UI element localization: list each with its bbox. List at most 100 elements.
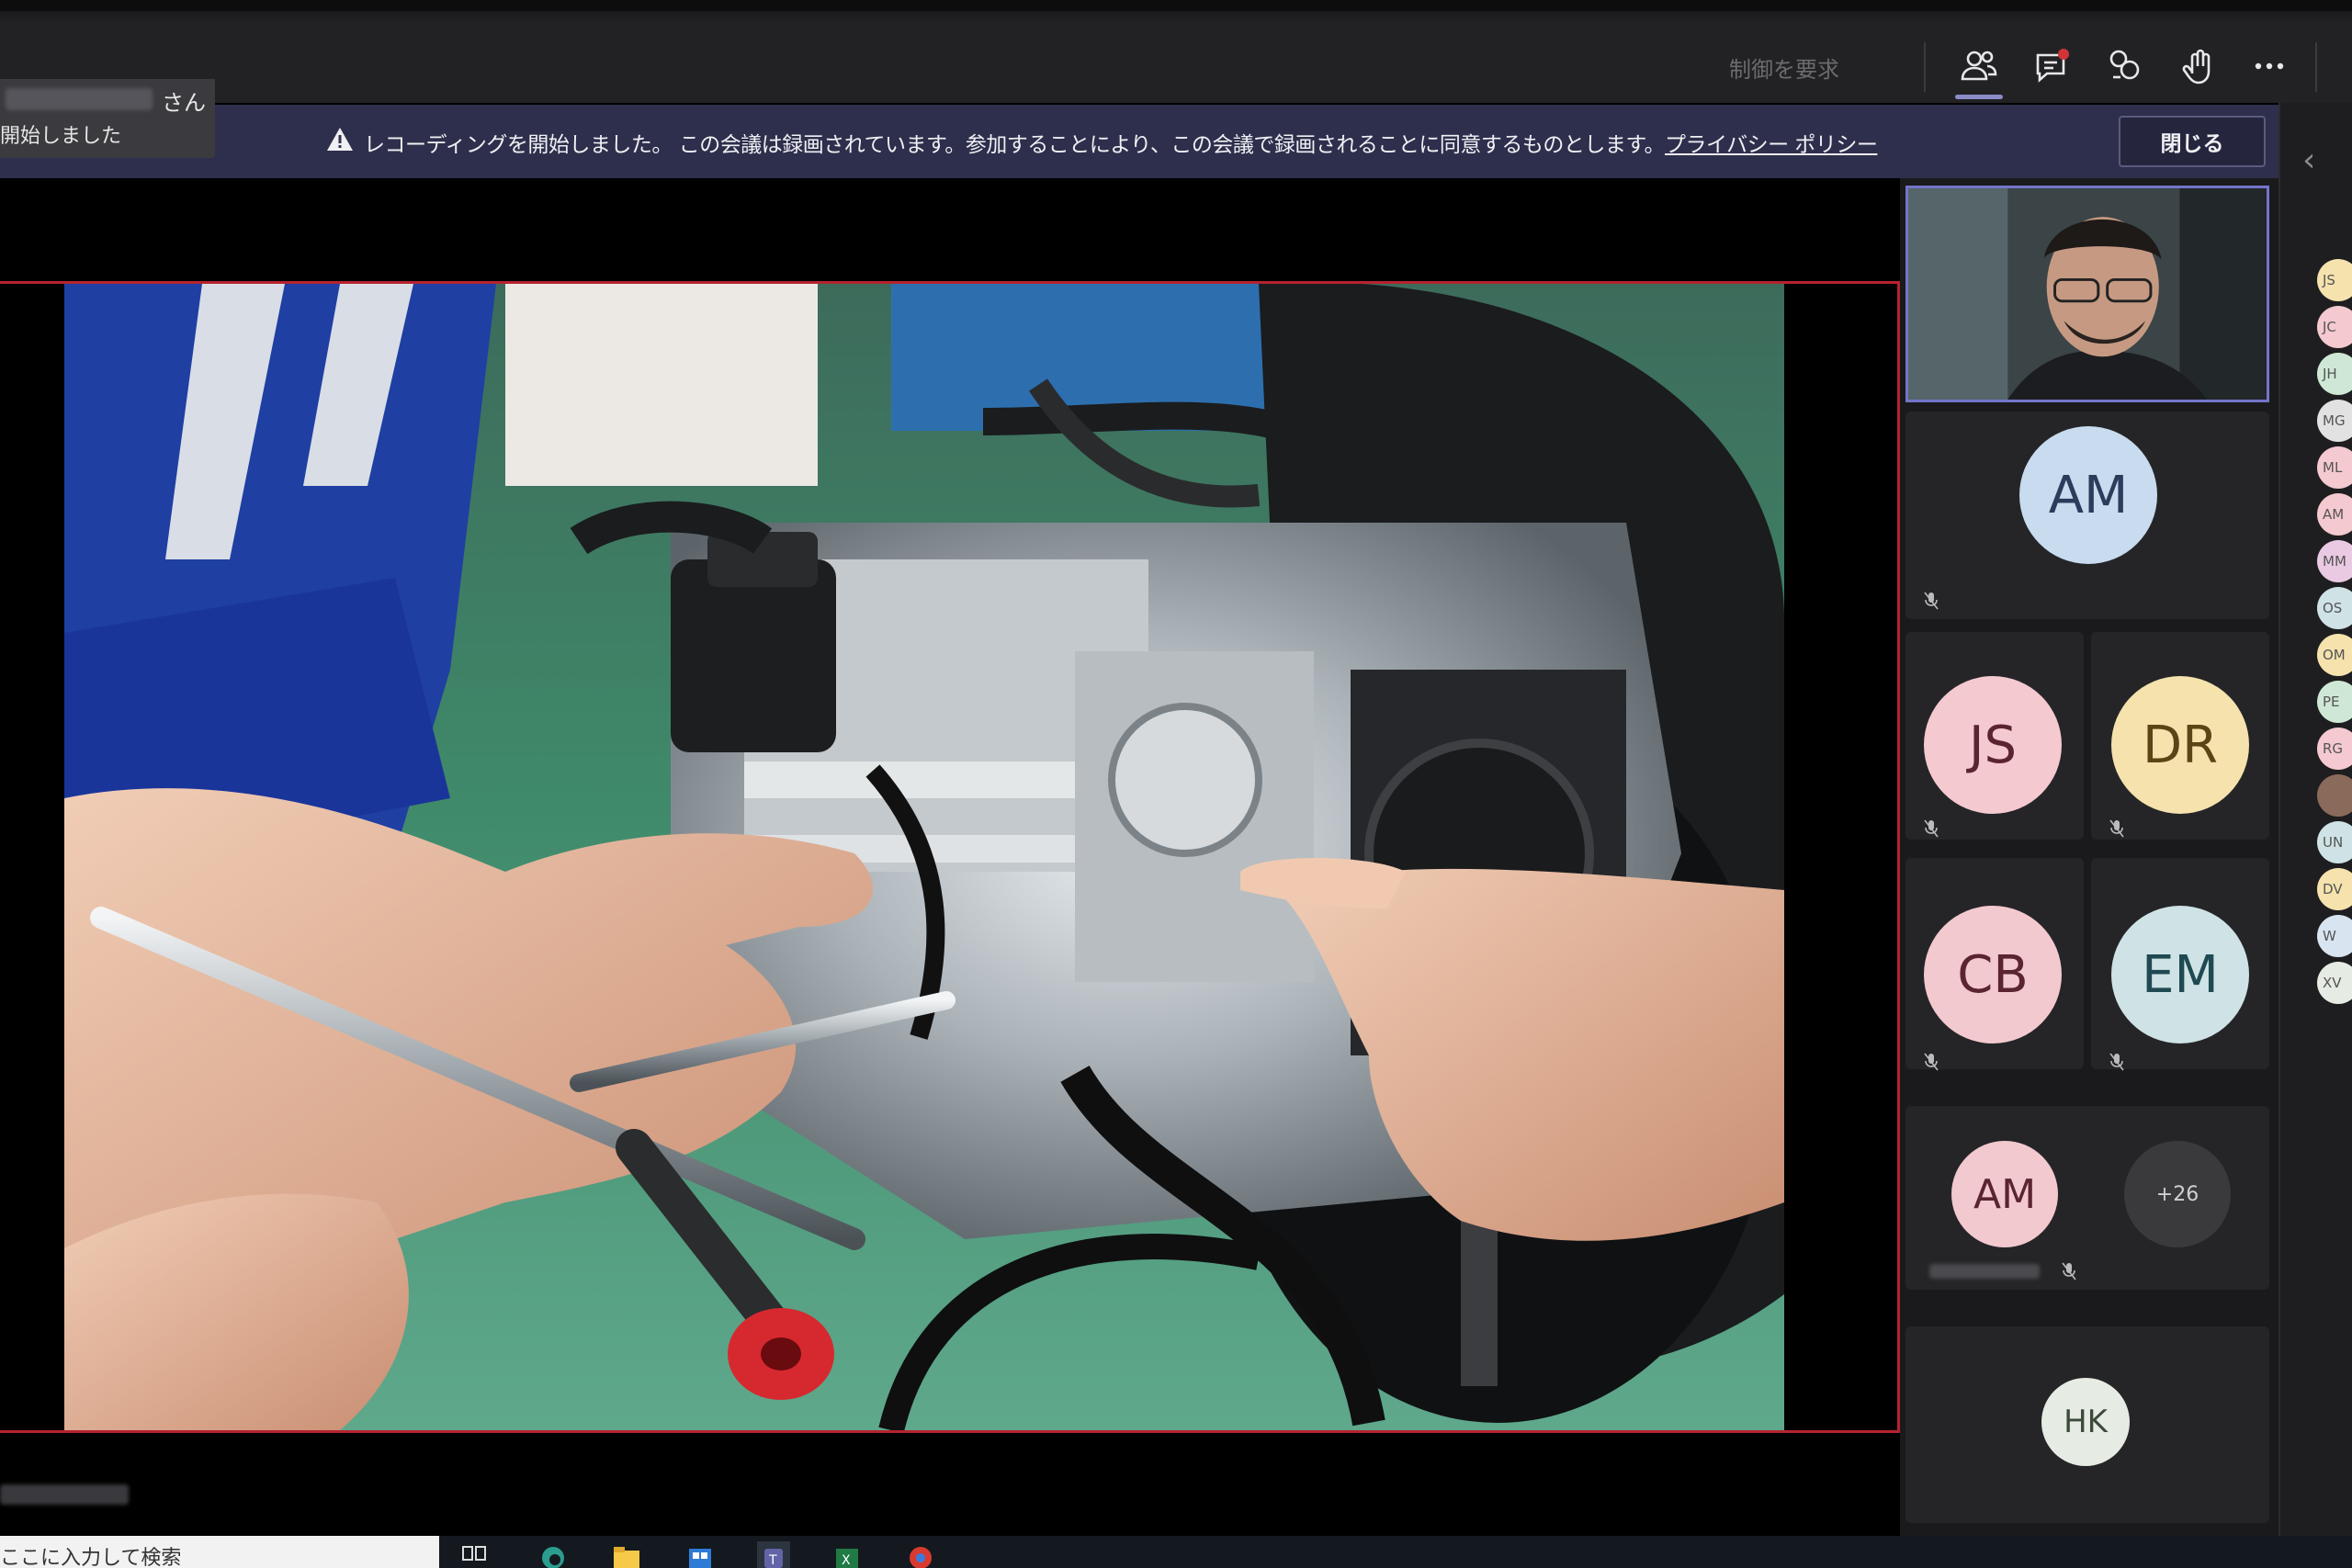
shared-engine-photo: [64, 284, 1784, 1430]
teams-icon[interactable]: T: [757, 1541, 790, 1568]
participant-avatar: AM: [2019, 426, 2157, 564]
muted-mic-icon: [2109, 819, 2124, 838]
muted-mic-icon: [1924, 1053, 1939, 1071]
toast-name-suffix: さん: [162, 90, 206, 116]
toolbar-divider: [1924, 42, 1926, 92]
collapse-roster-chevron-icon[interactable]: ‹: [2302, 141, 2315, 179]
participant-initials: AM: [1973, 1170, 2037, 1218]
participant-avatar: AM: [1951, 1141, 2058, 1247]
roster-avatar[interactable]: OM: [2317, 634, 2352, 676]
participant-avatar: DR: [2111, 676, 2249, 814]
roster-avatar[interactable]: ML: [2317, 446, 2352, 489]
muted-mic-icon: [1924, 819, 1939, 838]
breakout-rooms-icon[interactable]: [2098, 39, 2154, 94]
roster-avatar[interactable]: JH: [2317, 353, 2352, 395]
svg-text:X: X: [842, 1553, 851, 1568]
participant-tile[interactable]: AM +26: [1905, 1106, 2269, 1290]
toolbar-divider: [2315, 42, 2317, 92]
roster-avatar[interactable]: RG: [2317, 728, 2352, 770]
roster-avatar[interactable]: DV: [2317, 868, 2352, 910]
toast-started-text: 開始しました: [0, 125, 122, 148]
taskbar-search-box[interactable]: ここに入力して検索: [0, 1536, 439, 1568]
roster-avatar[interactable]: W: [2317, 915, 2352, 957]
roster-initials: MG: [2323, 412, 2346, 429]
roster-initials: XV: [2323, 975, 2342, 991]
roster-avatar[interactable]: XV: [2317, 962, 2352, 1004]
excel-icon[interactable]: X: [831, 1541, 864, 1568]
roster-initials: JC: [2323, 319, 2336, 335]
roster-avatar[interactable]: AM: [2317, 493, 2352, 536]
roster-avatar[interactable]: JS: [2317, 259, 2352, 301]
request-control-button[interactable]: 制御を要求: [1729, 51, 1839, 84]
roster-avatar[interactable]: [2317, 774, 2352, 817]
participant-initials: HK: [2064, 1404, 2108, 1440]
roster-initials: MM: [2323, 553, 2346, 570]
recording-message-text: レコーディングを開始しました。 この会議は録画されています。参加することにより、…: [364, 133, 1666, 157]
participant-initials: CB: [1957, 944, 2029, 1005]
raise-hand-icon[interactable]: [2172, 39, 2227, 94]
roster-initials: DV: [2323, 881, 2343, 897]
task-view-icon[interactable]: [458, 1541, 491, 1568]
roster-initials: AM: [2323, 506, 2345, 523]
participants-icon[interactable]: [1951, 39, 2007, 99]
meeting-toolbar: 制御を要求: [0, 0, 2352, 103]
muted-mic-icon: [1924, 592, 1939, 610]
participant-tile[interactable]: AM: [1905, 412, 2269, 619]
roster-initials: ML: [2323, 459, 2343, 476]
roster-avatar[interactable]: MG: [2317, 400, 2352, 442]
chat-icon[interactable]: [2025, 39, 2080, 94]
svg-text:T: T: [768, 1553, 777, 1568]
windows-taskbar: ここに入力して検索 T X: [0, 1536, 2352, 1568]
recording-message: レコーディングを開始しました。 この会議は録画されています。参加することにより、…: [364, 127, 1878, 158]
participant-tile[interactable]: HK: [1905, 1326, 2269, 1523]
participant-avatar: CB: [1924, 906, 2062, 1043]
self-video-tile[interactable]: [1905, 186, 2269, 402]
participant-name-redacted: [1929, 1264, 2040, 1279]
participant-tile[interactable]: EM: [2091, 858, 2269, 1071]
roster-avatar[interactable]: MM: [2317, 540, 2352, 582]
roster-initials: PE: [2323, 694, 2340, 710]
roster-avatar[interactable]: UN: [2317, 821, 2352, 863]
privacy-policy-link[interactable]: プライバシー ポリシー: [1665, 133, 1878, 157]
participant-initials: AM: [2048, 465, 2129, 525]
roster-avatar[interactable]: JC: [2317, 306, 2352, 348]
participant-avatar: JS: [1924, 676, 2062, 814]
participant-initials: JS: [1968, 715, 2018, 775]
participant-tile[interactable]: DR: [2091, 632, 2269, 840]
webcam-feed: [1908, 188, 2267, 400]
roster-initials: OM: [2323, 647, 2346, 663]
store-icon[interactable]: [684, 1541, 717, 1568]
roster-initials: JS: [2323, 272, 2335, 288]
participant-avatar: HK: [2041, 1378, 2130, 1466]
more-options-icon[interactable]: [2242, 39, 2297, 94]
participant-initials: EM: [2142, 944, 2219, 1005]
roster-initials: OS: [2323, 600, 2343, 616]
roster-avatar[interactable]: OS: [2317, 587, 2352, 629]
roster-sidebar: ‹ JS JC JH MG ML AM MM OS OM PE RG UN DV W XV: [2278, 103, 2352, 1536]
chrome-icon[interactable]: [904, 1541, 937, 1568]
participant-avatar: EM: [2111, 906, 2249, 1043]
recording-started-toast: さん 開始しました: [0, 79, 215, 158]
file-explorer-icon[interactable]: [610, 1541, 643, 1568]
muted-mic-icon: [2062, 1262, 2076, 1280]
roster-initials: UN: [2323, 834, 2344, 851]
overflow-count: +26: [2155, 1182, 2199, 1206]
presenter-name-redacted: [0, 1484, 129, 1505]
participant-tile[interactable]: CB: [1905, 858, 2084, 1071]
roster-avatar[interactable]: PE: [2317, 681, 2352, 723]
participant-tile[interactable]: JS: [1905, 632, 2084, 840]
edge-browser-icon[interactable]: [537, 1541, 570, 1568]
toast-user-name-redacted: [6, 88, 153, 110]
roster-initials: RG: [2323, 740, 2344, 757]
shared-content-stage: [0, 178, 1900, 1536]
participants-gallery: AM JS DR CB EM AM +26 HK: [1900, 178, 2278, 1536]
participant-initials: DR: [2142, 715, 2219, 775]
warning-icon: [327, 128, 353, 151]
muted-mic-icon: [2109, 1053, 2124, 1071]
close-banner-button[interactable]: 閉じる: [2119, 116, 2266, 167]
recording-banner: レコーディングを開始しました。 この会議は録画されています。参加することにより、…: [0, 105, 2278, 178]
taskbar-search-text: ここに入力して検索: [0, 1547, 182, 1568]
roster-initials: W: [2323, 928, 2336, 944]
more-participants-button[interactable]: +26: [2124, 1141, 2231, 1247]
roster-initials: JH: [2323, 366, 2337, 382]
